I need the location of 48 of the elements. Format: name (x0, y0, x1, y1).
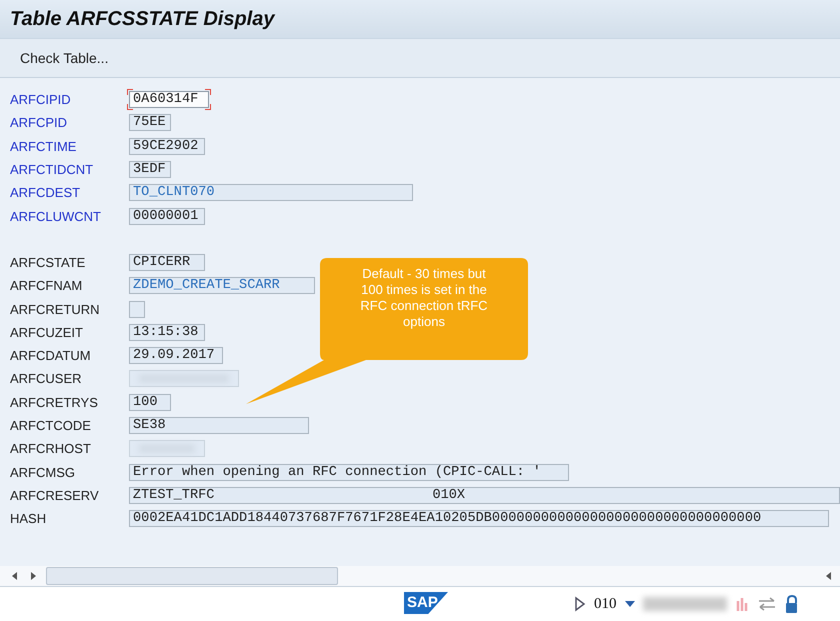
field-label: ARFCDEST (10, 185, 82, 200)
field-label: ARFCRHOST (10, 441, 92, 456)
input-field[interactable]: 13:15:38 (129, 324, 205, 341)
input-field[interactable]: 59CE2902 (129, 138, 205, 155)
play-icon[interactable] (574, 596, 586, 612)
field-label: ARFCRESERV (10, 488, 100, 503)
input-field[interactable]: 29.09.2017 (129, 347, 223, 364)
field-label: ARFCUSER (10, 371, 83, 386)
field-label: ARFCUZEIT (10, 324, 84, 340)
window-title: Table ARFCSSTATE Display (10, 8, 274, 30)
horizontal-scrollbar[interactable] (0, 566, 840, 587)
scroll-left-icon[interactable] (824, 571, 834, 581)
field-label: ARFCFNAM (10, 278, 84, 294)
field-label: ARFCRETRYS (10, 394, 99, 410)
field-label: ARFCDATUM (10, 348, 92, 364)
field-label: ARFCPID (10, 115, 68, 130)
input-field[interactable]: 75EE (129, 114, 171, 132)
input-field[interactable]: Error when opening an RFC connection (CPIC-CALL: ' (129, 464, 569, 481)
lock-icon[interactable] (784, 595, 796, 613)
scroll-left-icon[interactable] (10, 571, 20, 581)
input-field[interactable]: ZDEMO_CREATE_SCARR (129, 277, 315, 294)
check-table-button[interactable]: Check Table... (12, 46, 116, 70)
scroll-right-icon[interactable] (28, 571, 38, 581)
field-label: ARFCSTATE (10, 254, 86, 270)
caret-icon[interactable] (624, 601, 634, 607)
field-label: ARFCTIDCNT (10, 162, 94, 178)
scrollbar-thumb[interactable] (46, 567, 338, 585)
input-field[interactable]: 3EDF (129, 161, 171, 178)
field-label: ARFCIPID (10, 92, 72, 108)
callout-text: Default - 30 times but 100 times is set in the RFC connection tRFC options (359, 266, 489, 330)
input-field[interactable]: CPICERR (129, 254, 205, 271)
input-field[interactable]: 100 (129, 394, 171, 411)
field-label: ARFCLUWCNT (10, 208, 102, 224)
field-label: HASH (10, 511, 48, 526)
field-label: ARFCTIME (10, 138, 78, 154)
field-label: ARFCMSG (10, 464, 76, 480)
input-field[interactable]: SE38 (129, 417, 309, 434)
input-field[interactable]: TO_CLNT070 (129, 184, 413, 202)
input-field[interactable]: 0002EA41DC1ADD18440737687F7671F28E4EA10205DB000000000000000000000000000000000 (129, 510, 829, 528)
input-field[interactable]: 00000001 (129, 208, 205, 225)
swap-icon[interactable] (756, 596, 776, 612)
field-label: ARFCTCODE (10, 418, 92, 433)
field-label: ARFCRETURN (10, 302, 101, 317)
sap-logo: SAP (404, 592, 448, 614)
input-field[interactable]: ZTEST_TRFC 010X (128, 486, 840, 504)
input-field[interactable] (129, 300, 145, 318)
client-number: 010 (594, 596, 616, 612)
input-field[interactable]: 0A60314F (129, 91, 209, 108)
